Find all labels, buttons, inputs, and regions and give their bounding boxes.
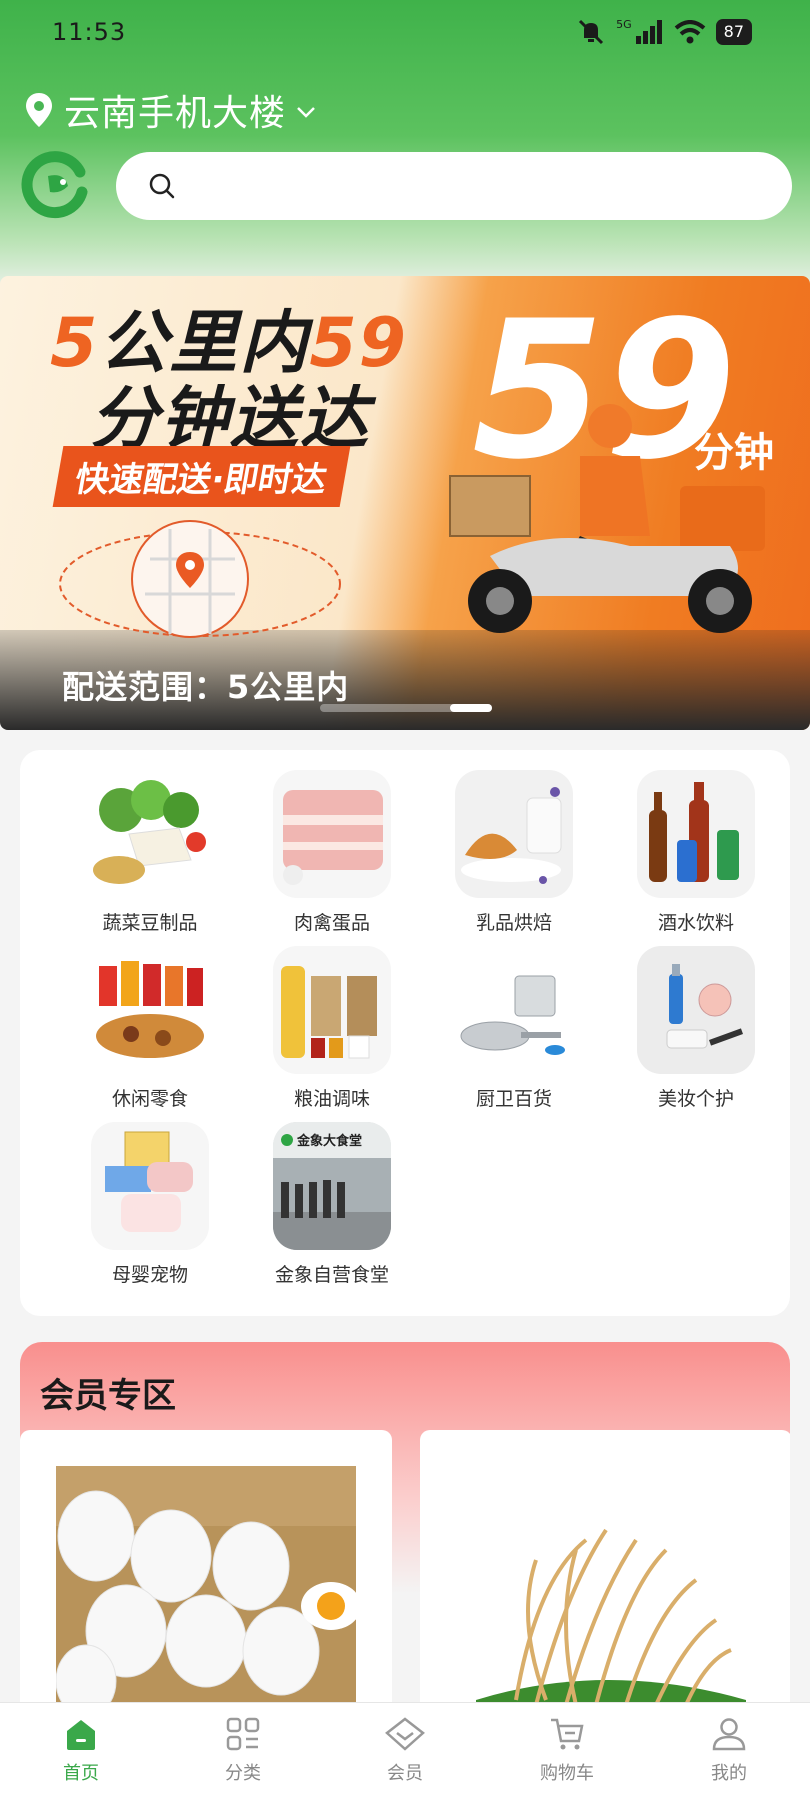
banner-pagination (320, 704, 492, 712)
search-icon (149, 173, 175, 199)
signal-icon (635, 20, 662, 44)
category-label: 母婴宠物 (111, 1264, 188, 1286)
member-product-card[interactable] (20, 1430, 392, 1702)
category-kitchen[interactable]: 厨卫百货 (434, 946, 594, 1111)
status-bar: 11:53 5G 87 (0, 0, 810, 66)
canteen-sign-text: 金象大食堂 (297, 1134, 363, 1149)
wifi-icon (674, 20, 705, 44)
search-input[interactable] (186, 166, 766, 206)
nav-member[interactable]: 会员 (324, 1703, 486, 1800)
category-grain-oil[interactable]: 粮油调味 (252, 946, 412, 1111)
category-grid: 蔬菜豆制品 肉禽蛋品 乳品烘焙 酒水饮料 休闲零食 粮油调味 厨卫百货 美妆个护… (20, 750, 790, 1316)
category-label: 美妆个护 (657, 1088, 734, 1110)
banner-headline: 5公里内59 分钟送达 (50, 306, 408, 458)
battery-indicator: 87 (715, 19, 752, 45)
category-snacks[interactable]: 休闲零食 (70, 946, 230, 1111)
category-label: 酒水饮料 (657, 912, 734, 934)
nav-label: 首页 (63, 1763, 99, 1784)
banner-headline-num2: 59 (309, 304, 408, 383)
status-time: 11:53 (52, 18, 127, 46)
category-vegetables[interactable]: 蔬菜豆制品 (70, 770, 230, 935)
oil-grains-icon (273, 946, 391, 1074)
pork-meat-icon (273, 770, 391, 898)
nav-label: 分类 (225, 1763, 261, 1784)
category-label: 厨卫百货 (475, 1088, 552, 1110)
location-selector[interactable]: 云南手机大楼 (24, 84, 318, 136)
category-beverages[interactable]: 酒水饮料 (616, 770, 776, 935)
delivery-scooter-illustration (449, 404, 765, 633)
location-pin-icon (26, 93, 52, 127)
brand-logo (21, 151, 88, 219)
nav-cart[interactable]: 购物车 (486, 1703, 648, 1800)
nav-label: 我的 (711, 1763, 747, 1784)
member-zone: 会员专区 (20, 1342, 790, 1702)
status-icons: 5G 87 (576, 18, 752, 46)
banner-range-text: 配送范围：5公里内 (62, 668, 350, 706)
noodles-product-image (476, 1528, 746, 1702)
nav-label: 购物车 (540, 1763, 594, 1784)
category-label: 金象自营食堂 (274, 1264, 389, 1286)
category-canteen[interactable]: 金象大食堂 金象自营食堂 (252, 1122, 412, 1287)
category-label: 休闲零食 (111, 1088, 188, 1110)
baby-pet-icon (91, 1122, 209, 1250)
category-icon (226, 1717, 260, 1751)
cart-icon (551, 1718, 584, 1750)
category-label: 蔬菜豆制品 (102, 912, 198, 934)
croissant-milk-icon (455, 770, 573, 898)
mute-icon (579, 19, 604, 45)
vegetables-tofu-icon (91, 770, 209, 898)
member-icon (385, 1717, 425, 1751)
eggs-product-image (56, 1466, 356, 1702)
location-name: 云南手机大楼 (64, 93, 287, 134)
chevron-down-icon (297, 107, 315, 118)
member-product-card[interactable] (420, 1430, 790, 1702)
canteen-icon: 金象大食堂 (273, 1122, 391, 1250)
category-label: 肉禽蛋品 (293, 912, 370, 934)
banner-headline-num1: 5 (50, 304, 100, 383)
category-baby-pet[interactable]: 母婴宠物 (70, 1122, 230, 1287)
category-dairy-bakery[interactable]: 乳品烘焙 (434, 770, 594, 935)
cookware-icon (455, 946, 573, 1074)
banner-tagline: 快速配送·即时达 (52, 446, 351, 507)
banner-pagination-active (450, 704, 492, 712)
nav-category[interactable]: 分类 (162, 1703, 324, 1800)
nav-home[interactable]: 首页 (0, 1703, 162, 1800)
category-label: 粮油调味 (293, 1088, 370, 1110)
category-meat[interactable]: 肉禽蛋品 (252, 770, 412, 935)
network-type-label: 5G (616, 18, 632, 31)
category-label: 乳品烘焙 (475, 912, 552, 934)
profile-icon (712, 1718, 746, 1751)
search-bar[interactable] (116, 152, 792, 220)
bottles-cans-icon (637, 770, 755, 898)
map-illustration (59, 520, 341, 638)
nav-profile[interactable]: 我的 (648, 1703, 810, 1800)
category-cosmetics[interactable]: 美妆个护 (616, 946, 776, 1111)
snacks-icon (91, 946, 209, 1074)
banner-headline-mid: 公里内 (99, 304, 310, 383)
promo-banner[interactable]: 5公里内59 分钟送达 快速配送·即时达 59 分钟 配送范围：5公里内 (0, 276, 810, 730)
cosmetics-icon (637, 946, 755, 1074)
nav-label: 会员 (387, 1763, 423, 1784)
bottom-navigation: 首页 分类 会员 购物车 我的 (0, 1702, 810, 1800)
home-icon (67, 1720, 95, 1750)
member-zone-title: 会员专区 (40, 1376, 176, 1416)
